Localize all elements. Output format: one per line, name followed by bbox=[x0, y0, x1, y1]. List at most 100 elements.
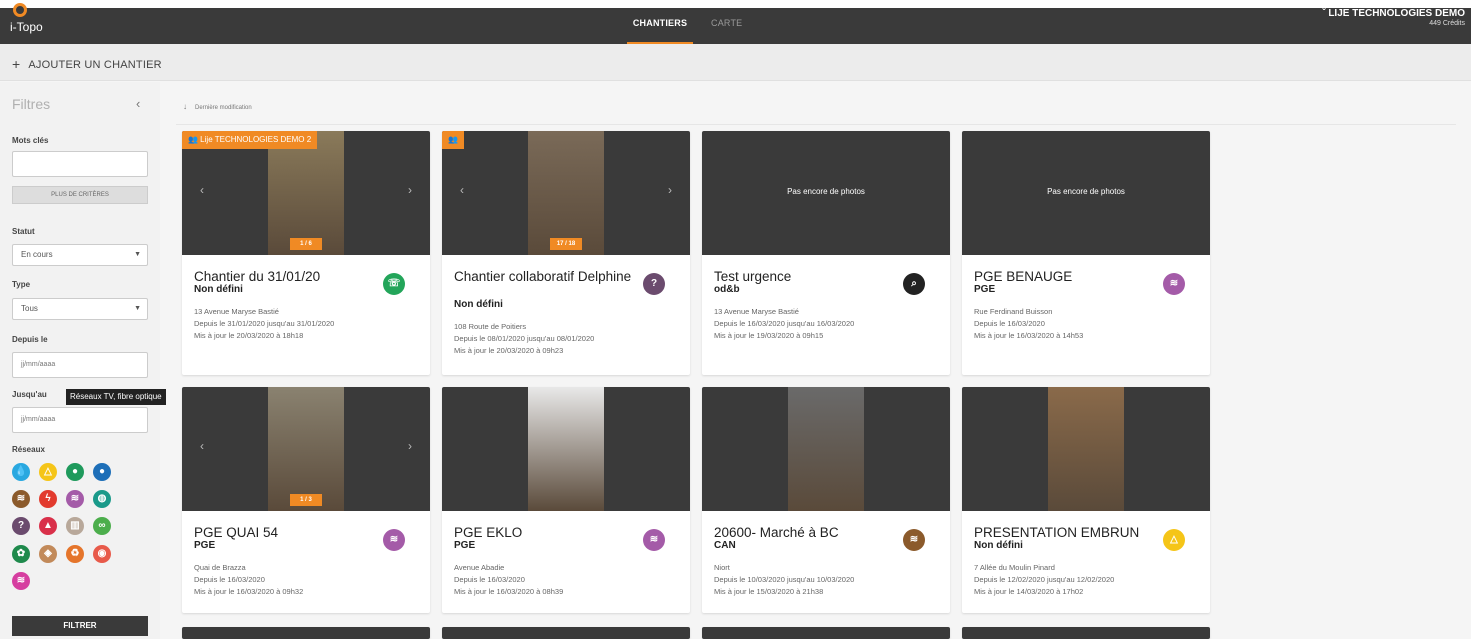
card-updated: Mis à jour le 20/03/2020 à 18h18 bbox=[194, 331, 304, 340]
top-strip bbox=[0, 0, 1471, 8]
type-value: Tous bbox=[21, 304, 38, 313]
chantier-card[interactable]: 20600- Marché à BC CAN Niort Depuis le 10/0… bbox=[702, 387, 950, 613]
card-title: Chantier collaboratif Delphine bbox=[454, 269, 632, 284]
vase-icon[interactable]: ◈ bbox=[39, 545, 57, 563]
since-date-input[interactable]: jj/mm/aaaa bbox=[12, 352, 148, 378]
chantier-card-partial[interactable] bbox=[702, 627, 950, 639]
heating-icon: ≋ bbox=[1163, 273, 1185, 295]
itopo-logo[interactable]: i-Topo bbox=[10, 3, 70, 44]
link-icon[interactable]: ∞ bbox=[93, 517, 111, 535]
tree-icon[interactable]: ✿ bbox=[12, 545, 30, 563]
add-chantier-button[interactable]: + AJOUTER UN CHANTIER bbox=[12, 56, 162, 72]
card-subtitle: Non défini bbox=[454, 299, 503, 310]
status-value: En cours bbox=[21, 250, 53, 259]
collapse-sidebar-icon[interactable]: ‹ bbox=[136, 96, 140, 111]
shared-group-badge: 👥 bbox=[442, 131, 464, 149]
no-photos-text: Pas encore de photos bbox=[787, 187, 865, 196]
heating-icon: ≋ bbox=[383, 529, 405, 551]
card-address: Quai de Brazza bbox=[194, 563, 246, 572]
caret-down-icon: ▼ bbox=[134, 305, 141, 312]
card-address: Avenue Abadie bbox=[454, 563, 505, 572]
type-select[interactable]: Tous ▼ bbox=[12, 298, 148, 320]
chantier-card[interactable]: Pas encore de photos Test urgence od&b 13 A… bbox=[702, 131, 950, 375]
prev-photo-icon[interactable]: ‹ bbox=[200, 183, 204, 197]
site-photo-image bbox=[1048, 387, 1124, 511]
status-select[interactable]: En cours ▼ bbox=[12, 244, 148, 266]
tab-carte[interactable]: CARTE bbox=[711, 8, 742, 44]
fiber-optic-icon[interactable]: ◍ bbox=[93, 490, 111, 508]
card-photo[interactable] bbox=[702, 387, 950, 511]
top-navbar: i-Topo CHANTIERS CARTE ˇ LIJE TECHNOLOGI… bbox=[0, 3, 1471, 44]
unknown-network-icon[interactable]: ? bbox=[12, 517, 30, 535]
chantier-card-partial[interactable] bbox=[442, 627, 690, 639]
card-subtitle: PGE bbox=[194, 540, 216, 551]
until-date-input[interactable]: jj/mm/aaaa bbox=[12, 407, 148, 433]
card-updated: Mis à jour le 16/03/2020 à 08h39 bbox=[454, 587, 564, 596]
card-photo[interactable] bbox=[442, 387, 690, 511]
chantier-card[interactable]: PGE EKLO PGE Avenue Abadie Depuis le 16/03/… bbox=[442, 387, 690, 613]
card-address: 13 Avenue Maryse Bastié bbox=[194, 307, 279, 316]
chantier-card-partial[interactable] bbox=[962, 627, 1210, 639]
no-photos-text: Pas encore de photos bbox=[1047, 187, 1125, 196]
card-photo[interactable]: Pas encore de photos bbox=[702, 131, 950, 255]
card-photo[interactable]: ‹ › 1 / 6 👥 Lije TECHNOLOGIES DEMO 2 bbox=[182, 131, 430, 255]
arrow-down-icon: ↓ bbox=[183, 102, 187, 111]
card-address: 7 Allée du Moulin Pinard bbox=[974, 563, 1055, 572]
since-label: Depuis le bbox=[12, 335, 48, 344]
prev-photo-icon[interactable]: ‹ bbox=[200, 439, 204, 453]
account-credits: 449 Crédits bbox=[1429, 20, 1465, 27]
column-icon[interactable]: ▥ bbox=[66, 517, 84, 535]
more-criteria-button[interactable]: PLUS DE CRITÈRES bbox=[12, 186, 148, 204]
telecom-icon: ☏ bbox=[383, 273, 405, 295]
gas-flame-icon[interactable]: △ bbox=[39, 463, 57, 481]
location-pin-icon bbox=[13, 3, 27, 17]
card-address: Niort bbox=[714, 563, 730, 572]
keywords-input[interactable] bbox=[12, 151, 148, 177]
card-photo[interactable] bbox=[962, 387, 1210, 511]
chevron-down-icon: ˇ bbox=[1322, 8, 1326, 19]
hydrant-icon[interactable]: ◉ bbox=[93, 545, 111, 563]
chantier-card[interactable]: ‹ › 1 / 3 PGE QUAI 54 PGE Quai de Brazza Depui… bbox=[182, 387, 430, 613]
water-drop-icon[interactable]: 💧 bbox=[12, 463, 30, 481]
recycle-icon[interactable]: ♻ bbox=[66, 545, 84, 563]
heating-icon[interactable]: ≋ bbox=[66, 490, 84, 508]
filter-button[interactable]: FILTRER bbox=[12, 616, 148, 636]
filters-sidebar: Filtres ‹ Mots clés PLUS DE CRITÈRES Sta… bbox=[0, 82, 160, 639]
plus-icon: + bbox=[12, 56, 21, 72]
electricity-icon[interactable]: ϟ bbox=[39, 490, 57, 508]
hazard-icon[interactable]: ▲ bbox=[39, 517, 57, 535]
chantier-card[interactable]: ‹ › 17 / 18 👥 Chantier collaboratif Delphin… bbox=[442, 131, 690, 375]
next-photo-icon[interactable]: › bbox=[408, 183, 412, 197]
sewer-icon[interactable]: ≋ bbox=[12, 490, 30, 508]
chantier-card-partial[interactable] bbox=[182, 627, 430, 639]
next-photo-icon[interactable]: › bbox=[668, 183, 672, 197]
blue-network-icon[interactable]: ● bbox=[93, 463, 111, 481]
keywords-label: Mots clés bbox=[12, 136, 49, 145]
logo-text: i-Topo bbox=[10, 20, 43, 34]
card-title: Test urgence bbox=[714, 269, 792, 284]
card-dates: Depuis le 12/02/2020 jusqu'au 12/02/2020 bbox=[974, 575, 1115, 584]
card-photo[interactable]: ‹ › 1 / 3 bbox=[182, 387, 430, 511]
sort-label: Dernière modification bbox=[195, 105, 252, 111]
site-photo-image bbox=[268, 387, 344, 511]
sort-control[interactable]: ↓ Dernière modification bbox=[183, 102, 252, 111]
card-title: PGE EKLO bbox=[454, 525, 523, 540]
card-title: Chantier du 31/01/20 bbox=[194, 269, 321, 284]
chantier-card[interactable]: Pas encore de photos PGE BENAUGE PGE Rue Fe… bbox=[962, 131, 1210, 375]
card-photo[interactable]: ‹ › 17 / 18 👥 bbox=[442, 131, 690, 255]
tab-chantiers[interactable]: CHANTIERS bbox=[627, 8, 693, 44]
account-menu[interactable]: ˇ LIJE TECHNOLOGIES DEMO 449 Crédits bbox=[1322, 8, 1465, 29]
card-photo[interactable]: Pas encore de photos bbox=[962, 131, 1210, 255]
card-address: 13 Avenue Maryse Bastié bbox=[714, 307, 799, 316]
prev-photo-icon[interactable]: ‹ bbox=[460, 183, 464, 197]
status-label: Statut bbox=[12, 227, 35, 236]
site-photo-image bbox=[788, 387, 864, 511]
gas-flame-icon: △ bbox=[1163, 529, 1185, 551]
card-address: 108 Route de Poitiers bbox=[454, 322, 527, 331]
pink-network-icon[interactable]: ≋ bbox=[12, 572, 30, 590]
next-photo-icon[interactable]: › bbox=[408, 439, 412, 453]
green-network-icon[interactable]: ● bbox=[66, 463, 84, 481]
chantier-card[interactable]: ‹ › 1 / 6 👥 Lije TECHNOLOGIES DEMO 2 Chantie… bbox=[182, 131, 430, 375]
chantier-card[interactable]: PRESENTATION EMBRUN Non défini 7 Allée du … bbox=[962, 387, 1210, 613]
card-title: PGE BENAUGE bbox=[974, 269, 1073, 284]
